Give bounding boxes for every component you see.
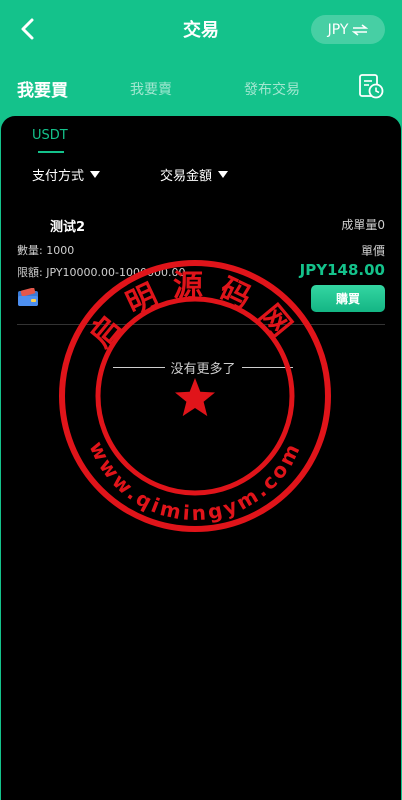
no-more-text: 没有更多了 xyxy=(170,362,236,377)
app-header: 交易 JPY xyxy=(0,0,402,60)
unit-price-label: 單價 xyxy=(360,244,385,258)
listing-limit: 限額: JPY10000.00-1000000.00 xyxy=(17,266,186,279)
order-history-icon[interactable] xyxy=(358,73,384,99)
trade-amount-label: 交易金額 xyxy=(160,169,213,184)
tab-publish[interactable]: 發布交易 xyxy=(244,79,300,99)
currency-label: JPY xyxy=(327,21,349,38)
merchant-name: 测试2 xyxy=(50,220,86,235)
tab-usdt[interactable]: USDT xyxy=(32,128,68,143)
bank-card-icon xyxy=(18,288,38,306)
no-more-indicator: 没有更多了 xyxy=(113,358,294,377)
payment-method-filter[interactable]: 支付方式 xyxy=(32,165,101,184)
divider-line xyxy=(113,367,165,368)
divider-line xyxy=(241,367,294,368)
buy-button[interactable]: 購買 xyxy=(311,285,385,312)
divider xyxy=(17,324,385,325)
trade-amount-filter[interactable]: 交易金額 xyxy=(160,165,229,184)
listing-quantity: 數量: 1000 xyxy=(17,244,75,257)
dropdown-triangle-icon xyxy=(218,171,229,178)
active-tab-indicator xyxy=(38,151,64,153)
swap-icon xyxy=(352,23,369,36)
dropdown-triangle-icon xyxy=(90,171,101,178)
tab-sell[interactable]: 我要賣 xyxy=(130,79,172,99)
order-volume: 成單量0 xyxy=(341,218,385,232)
currency-switch-button[interactable]: JPY xyxy=(311,15,385,44)
trade-tabs: 我要買 我要賣 發布交易 xyxy=(0,60,402,116)
listing-price: JPY148.00 xyxy=(299,261,385,279)
tab-buy[interactable]: 我要買 xyxy=(17,76,68,101)
payment-method-label: 支付方式 xyxy=(32,169,85,184)
